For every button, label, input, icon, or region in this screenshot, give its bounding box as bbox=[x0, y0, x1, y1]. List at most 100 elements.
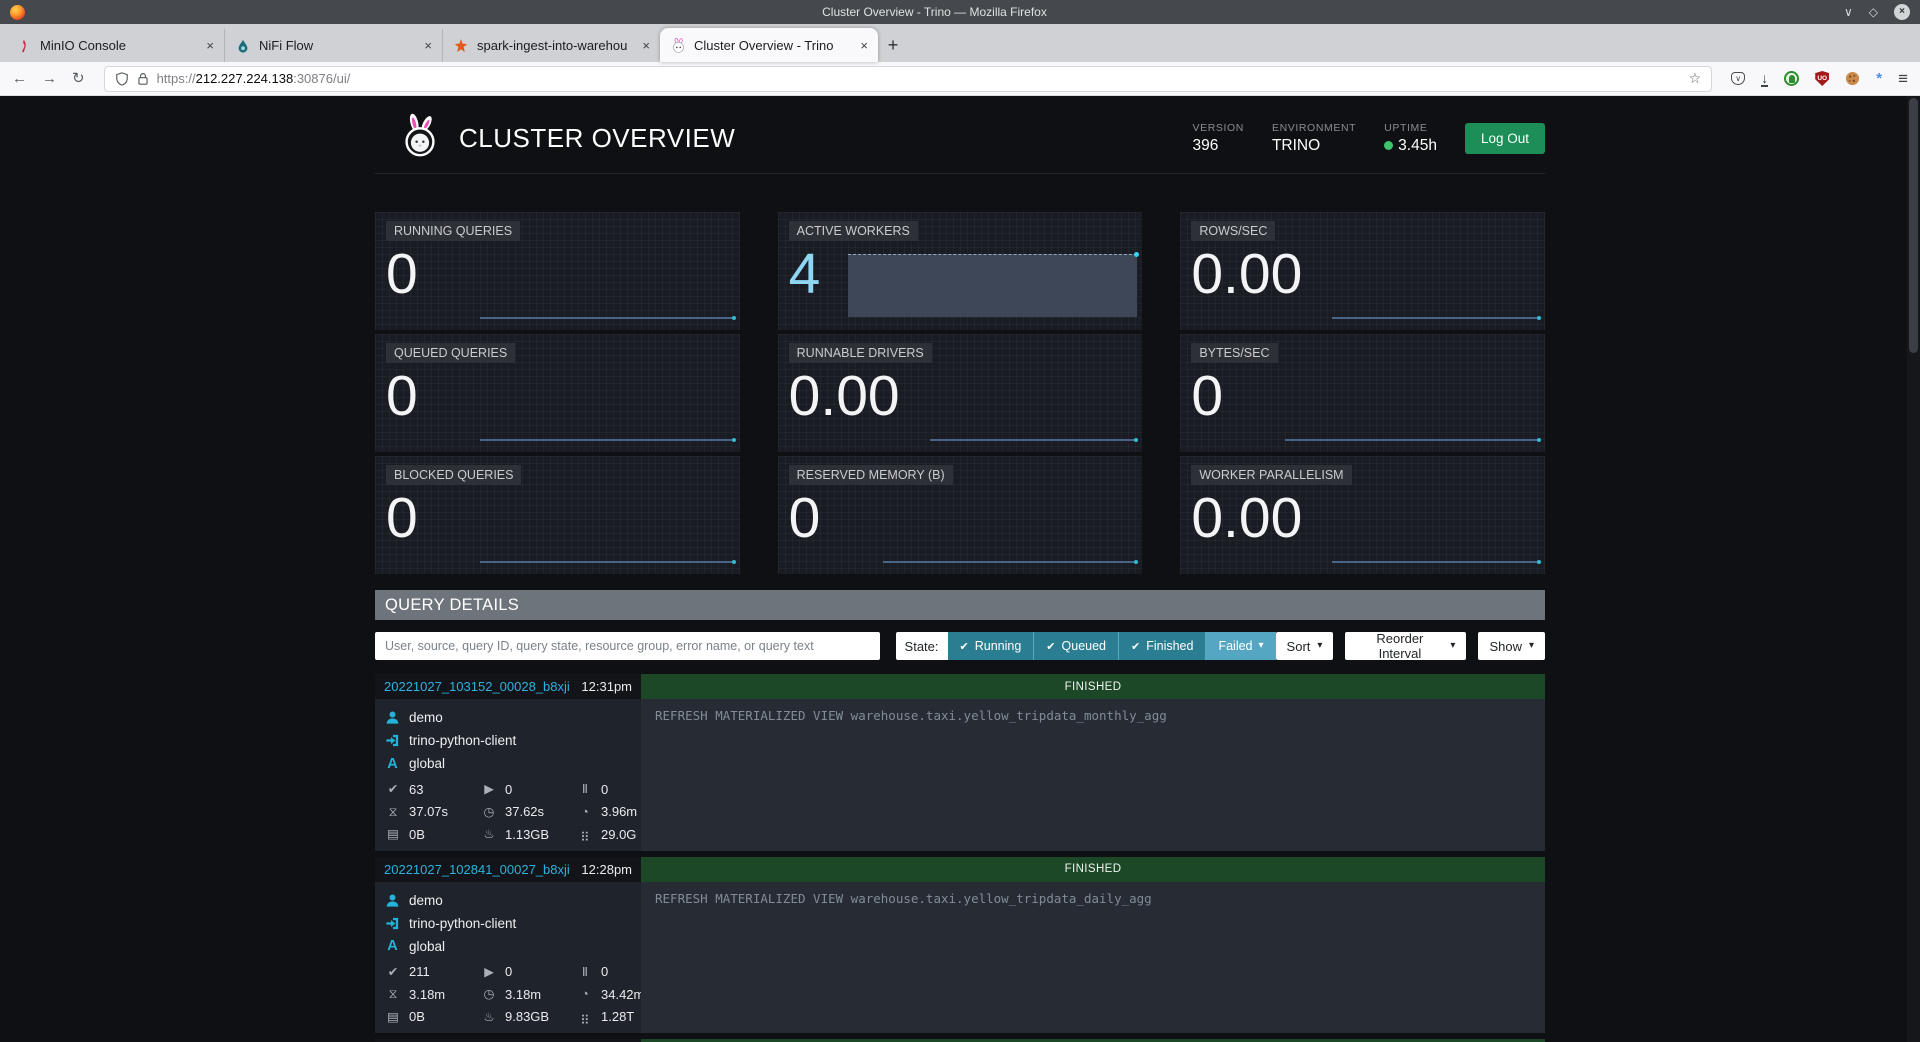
query-row: 20221027_103152_00028_b8xji 12:31pm FINI… bbox=[375, 674, 1545, 851]
peak-memory-icon: ♨ bbox=[481, 1011, 497, 1024]
sparkline bbox=[1285, 439, 1540, 441]
stat-tile-active-workers: ACTIVE WORKERS 4 bbox=[778, 212, 1143, 330]
close-tab-icon[interactable]: × bbox=[642, 38, 650, 53]
user-icon bbox=[385, 893, 400, 908]
cluster-stats-grid: RUNNING QUERIES 0 ACTIVE WORKERS 4 ROWS/… bbox=[375, 212, 1545, 574]
query-filter-toolbar: State: ✔ Running ✔ Queued ✔ Finished Fai… bbox=[375, 632, 1545, 660]
state-running-button[interactable]: ✔ Running bbox=[948, 632, 1034, 660]
state-filter-label: State: bbox=[896, 632, 948, 660]
close-tab-icon[interactable]: × bbox=[206, 38, 214, 53]
url-bar[interactable]: https://212.227.224.138:30876/ui/ ☆ bbox=[104, 66, 1713, 92]
stat-value: 0.00 bbox=[789, 368, 1132, 425]
resource-group-icon: A bbox=[385, 756, 400, 772]
minio-flamingo-icon bbox=[16, 38, 32, 54]
reload-icon[interactable]: ↻ bbox=[72, 71, 85, 86]
pocket-icon[interactable]: ∨ bbox=[1731, 72, 1745, 85]
spark-star-icon bbox=[453, 38, 469, 54]
maximize-button[interactable]: ◇ bbox=[1869, 6, 1878, 18]
query-resource-group: global bbox=[409, 756, 445, 771]
query-user: demo bbox=[409, 710, 443, 725]
state-finished-button[interactable]: ✔ Finished bbox=[1118, 632, 1205, 660]
query-time: 12:31pm bbox=[581, 679, 632, 694]
state-failed-dropdown[interactable]: Failed ▾ bbox=[1205, 632, 1275, 660]
query-details-header: QUERY DETAILS bbox=[375, 590, 1545, 620]
new-tab-button[interactable]: + bbox=[878, 30, 908, 60]
tab-bar: MinIO Console × NiFi Flow × spark-ingest… bbox=[0, 24, 1920, 62]
query-status-badge: FINISHED bbox=[641, 674, 1545, 699]
minimize-button[interactable]: ∨ bbox=[1844, 6, 1853, 18]
sort-dropdown[interactable]: Sort ▾ bbox=[1276, 632, 1334, 660]
stat-value: 0 bbox=[386, 368, 729, 425]
cumulative-memory-icon: ⣶ bbox=[577, 828, 593, 841]
state-queued-button[interactable]: ✔ Queued bbox=[1033, 632, 1118, 660]
tab-minio-console[interactable]: MinIO Console × bbox=[6, 29, 224, 62]
shield-permissions-icon[interactable] bbox=[115, 72, 129, 86]
close-tab-icon[interactable]: × bbox=[424, 38, 432, 53]
sparkline-endpoint bbox=[732, 560, 736, 564]
check-icon: ✔ bbox=[1131, 640, 1140, 653]
query-metrics: ✔63 ▶0 Ⅱ0 ⧖37.07s ◷37.62s ◔3.96m ▤0B ♨1.… bbox=[385, 778, 631, 846]
ublock-origin-icon[interactable]: UO bbox=[1815, 71, 1829, 86]
environment-meta: ENVIRONMENT TRINO bbox=[1272, 122, 1356, 155]
sparkline-endpoint bbox=[1537, 438, 1541, 442]
check-icon: ✔ bbox=[960, 640, 969, 653]
stat-label: RUNNING QUERIES bbox=[386, 221, 520, 241]
url-text: https://212.227.224.138:30876/ui/ bbox=[157, 71, 351, 86]
splits-queued-icon: Ⅱ bbox=[577, 966, 593, 979]
stat-label: ACTIVE WORKERS bbox=[789, 221, 918, 241]
close-window-button[interactable]: × bbox=[1894, 4, 1910, 20]
window-titlebar: Cluster Overview - Trino — Mozilla Firef… bbox=[0, 0, 1920, 24]
log-out-button[interactable]: Log Out bbox=[1465, 123, 1545, 154]
elapsed-time-icon: ◷ bbox=[481, 988, 497, 1001]
sparkline-endpoint bbox=[1537, 316, 1541, 320]
page-scrollbar[interactable] bbox=[1907, 96, 1920, 1042]
page-header: CLUSTER OVERVIEW VERSION 396 ENVIRONMENT… bbox=[375, 96, 1545, 174]
reorder-interval-dropdown[interactable]: Reorder Interval ▾ bbox=[1345, 632, 1466, 660]
cumulative-memory-icon: ⣶ bbox=[577, 1011, 593, 1024]
caret-down-icon: ▾ bbox=[1529, 641, 1534, 651]
version-meta: VERSION 396 bbox=[1193, 122, 1244, 155]
query-time: 12:28pm bbox=[581, 862, 632, 877]
stat-label: RUNNABLE DRIVERS bbox=[789, 343, 932, 363]
query-search-input[interactable] bbox=[375, 632, 880, 660]
peak-memory-icon: ♨ bbox=[481, 828, 497, 841]
stat-value: 0 bbox=[789, 490, 1132, 547]
query-user: demo bbox=[409, 893, 443, 908]
scrollbar-thumb[interactable] bbox=[1909, 98, 1918, 353]
tab-spark-notebook[interactable]: spark-ingest-into-warehou × bbox=[442, 29, 660, 62]
sparkline-endpoint bbox=[732, 316, 736, 320]
tab-nifi-flow[interactable]: NiFi Flow × bbox=[224, 29, 442, 62]
query-id-link[interactable]: 20221027_102841_00027_b8xji bbox=[384, 862, 570, 877]
forward-icon[interactable]: → bbox=[42, 71, 57, 86]
extension-green-icon[interactable] bbox=[1784, 71, 1799, 86]
hamburger-menu-icon[interactable]: ≡ bbox=[1898, 69, 1908, 89]
stat-label: ROWS/SEC bbox=[1191, 221, 1275, 241]
back-icon[interactable]: ← bbox=[12, 71, 27, 86]
nifi-drop-icon bbox=[235, 38, 251, 54]
bookmark-star-icon[interactable]: ☆ bbox=[1689, 70, 1702, 87]
resource-group-icon: A bbox=[385, 938, 400, 954]
sparkline-endpoint bbox=[1134, 438, 1138, 442]
stat-tile-runnable-drivers: RUNNABLE DRIVERS 0.00 bbox=[778, 334, 1143, 452]
lock-icon[interactable] bbox=[137, 72, 149, 85]
uptime-meta: UPTIME 3.45h bbox=[1384, 122, 1437, 155]
uptime-status-dot bbox=[1384, 141, 1393, 150]
cookie-extension-icon[interactable] bbox=[1845, 71, 1860, 86]
query-source: trino-python-client bbox=[409, 733, 516, 748]
stat-label: BLOCKED QUERIES bbox=[386, 465, 521, 485]
close-tab-icon[interactable]: × bbox=[860, 38, 868, 53]
splits-done-icon: ✔ bbox=[385, 783, 401, 796]
sparkline bbox=[480, 317, 735, 319]
sparkline-endpoint bbox=[732, 438, 736, 442]
page-title: CLUSTER OVERVIEW bbox=[459, 123, 735, 154]
asterisk-extension-icon[interactable]: * bbox=[1876, 70, 1882, 87]
show-dropdown[interactable]: Show ▾ bbox=[1478, 632, 1545, 660]
user-icon bbox=[385, 710, 400, 725]
tab-cluster-overview-active[interactable]: Cluster Overview - Trino × bbox=[660, 28, 878, 62]
downloads-icon[interactable]: ↓ bbox=[1761, 71, 1768, 87]
sparkline bbox=[480, 439, 735, 441]
trino-logo bbox=[397, 113, 443, 164]
splits-running-icon: ▶ bbox=[481, 783, 497, 796]
trino-cluster-overview-page: CLUSTER OVERVIEW VERSION 396 ENVIRONMENT… bbox=[0, 96, 1920, 1042]
query-id-link[interactable]: 20221027_103152_00028_b8xji bbox=[384, 679, 570, 694]
